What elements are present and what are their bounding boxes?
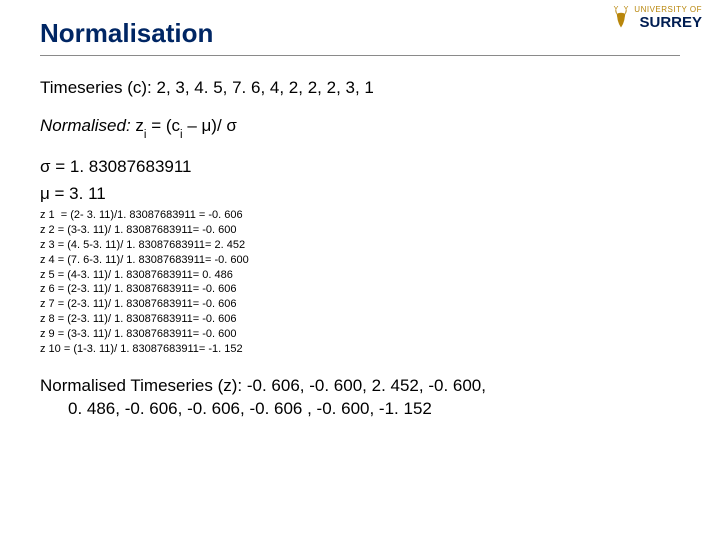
normalised-formula: Normalised: zi = (ci – μ)/ σ: [40, 116, 680, 138]
slide-title: Normalisation: [40, 18, 680, 49]
timeseries-label: Timeseries (c):: [40, 78, 157, 97]
stag-icon: [612, 6, 630, 28]
slide: UNIVERSITY OF SURREY Normalisation Times…: [0, 0, 720, 540]
title-rule: [40, 55, 680, 56]
normalised-label: Normalised:: [40, 116, 135, 135]
result-block: Normalised Timeseries (z): -0. 606, -0. …: [40, 375, 680, 421]
logo-surrey: SURREY: [634, 15, 702, 30]
result-line2: 0. 486, -0. 606, -0. 606, -0. 606 , -0. …: [40, 398, 680, 421]
timeseries-line: Timeseries (c): 2, 3, 4. 5, 7. 6, 4, 2, …: [40, 78, 680, 98]
university-logo: UNIVERSITY OF SURREY: [612, 6, 702, 30]
timeseries-values: 2, 3, 4. 5, 7. 6, 4, 2, 2, 2, 3, 1: [157, 78, 374, 97]
result-label: Normalised Timeseries (z):: [40, 376, 247, 395]
sigma-line: σ = 1. 83087683911: [40, 156, 680, 179]
calc-block: z 1 = (2- 3. 11)/1. 83087683911 = -0. 60…: [40, 208, 680, 356]
mu-line: μ = 3. 11: [40, 183, 680, 206]
result-line1: -0. 606, -0. 600, 2. 452, -0. 600,: [247, 376, 486, 395]
logo-university-of: UNIVERSITY OF: [634, 6, 702, 14]
